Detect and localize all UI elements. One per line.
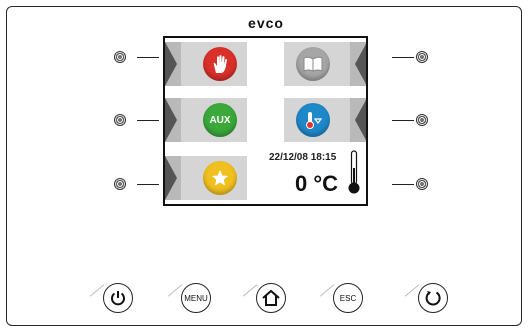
- power-button[interactable]: [103, 283, 133, 313]
- thermometer-icon: [347, 150, 361, 201]
- refresh-icon: [425, 291, 441, 306]
- indicator-left-2: [114, 114, 126, 126]
- tile-stop[interactable]: [165, 42, 247, 86]
- tile-aux[interactable]: AUX: [165, 98, 247, 142]
- connector-line: [137, 120, 159, 121]
- connector-line: [392, 184, 414, 185]
- connector-line: [137, 57, 159, 58]
- esc-label: ESC: [339, 293, 357, 303]
- home-button[interactable]: [256, 283, 286, 313]
- display-screen: AUX 22/12/08 18:15 0 °C: [163, 36, 368, 206]
- indicator-left-3: [114, 178, 126, 190]
- menu-button[interactable]: MENU: [181, 283, 211, 313]
- tile-setpoint[interactable]: [284, 98, 366, 142]
- indicator-right-3: [416, 178, 428, 190]
- stop-hand-icon: [203, 47, 237, 81]
- indicator-left-1: [114, 51, 126, 63]
- datetime-readout: 22/12/08 18:15: [269, 152, 337, 163]
- tile-manual[interactable]: [284, 42, 366, 86]
- indicator-right-2: [416, 114, 428, 126]
- home-icon: [262, 289, 280, 306]
- menu-label: MENU: [184, 293, 208, 303]
- indicator-right-1: [416, 51, 428, 63]
- power-icon: [111, 291, 125, 306]
- refresh-button[interactable]: [418, 283, 448, 313]
- connector-line: [392, 57, 414, 58]
- star-icon: [203, 161, 237, 195]
- brand-logo: evco: [248, 15, 284, 31]
- connector-line: [137, 184, 159, 185]
- thermometer-setpoint-icon: [296, 103, 330, 137]
- esc-button[interactable]: ESC: [333, 283, 363, 313]
- book-icon: [296, 47, 330, 81]
- connector-line: [392, 120, 414, 121]
- temperature-readout: 0 °C: [295, 171, 339, 196]
- tile-favorites[interactable]: [165, 156, 247, 200]
- aux-icon: AUX: [203, 103, 237, 137]
